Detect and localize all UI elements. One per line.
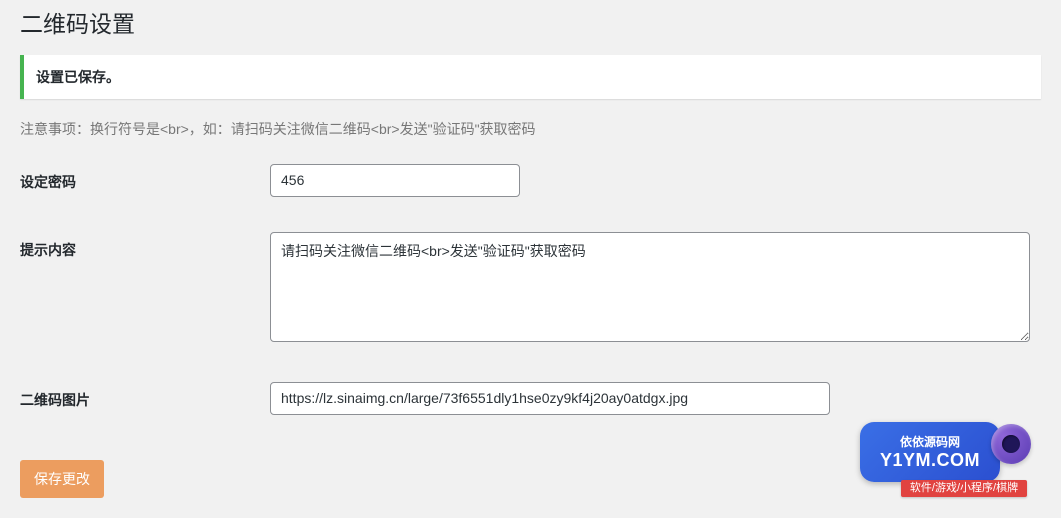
hint-label: 提示内容: [20, 232, 270, 260]
password-input[interactable]: [270, 164, 520, 197]
qrimage-label: 二维码图片: [20, 382, 270, 410]
watermark-bubble: 依依源码网 Y1YM.COM: [860, 422, 1000, 482]
watermark-line2: Y1YM.COM: [880, 450, 980, 471]
save-button[interactable]: 保存更改: [20, 460, 104, 498]
success-notice: 设置已保存。: [20, 55, 1041, 99]
help-text: 注意事项：换行符号是<br>，如：请扫码关注微信二维码<br>发送"验证码"获取…: [20, 119, 1041, 139]
watermark: 依依源码网 Y1YM.COM 软件/游戏/小程序/棋牌: [860, 422, 1055, 497]
password-label: 设定密码: [20, 164, 270, 192]
page-title: 二维码设置: [20, 10, 1041, 55]
notice-message: 设置已保存。: [36, 67, 1029, 87]
watermark-line1: 依依源码网: [900, 433, 960, 450]
qrimage-input[interactable]: [270, 382, 830, 415]
watermark-bar: 软件/游戏/小程序/棋牌: [901, 480, 1027, 497]
hint-textarea[interactable]: [270, 232, 1030, 342]
watermark-ring-icon: [991, 424, 1031, 464]
